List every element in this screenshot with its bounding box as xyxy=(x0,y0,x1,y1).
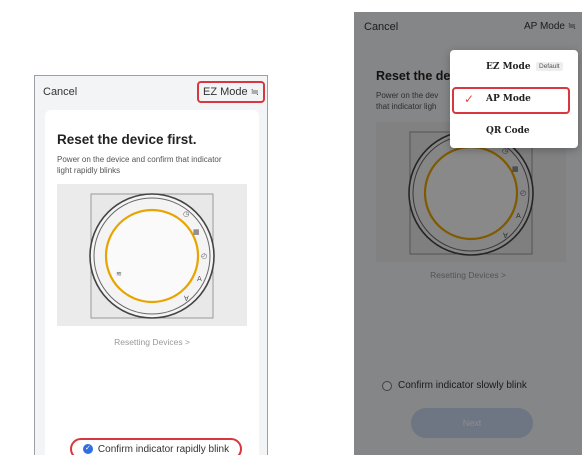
header-bar: Cancel EZ Mode ≒ xyxy=(35,76,267,108)
clock-icon: ◷ xyxy=(183,210,190,218)
confirm-rapid-blink-checkbox[interactable]: ✓ Confirm indicator rapidly blink xyxy=(70,438,242,455)
menu-item-label: AP Mode xyxy=(486,94,531,104)
menu-item-label: EZ Mode xyxy=(486,62,531,72)
confirm-label: Confirm indicator rapidly blink xyxy=(97,443,230,455)
cancel-button[interactable]: Cancel xyxy=(43,86,77,98)
menu-item-label: QR Code xyxy=(486,126,530,136)
power-icon: ◴ xyxy=(201,252,207,260)
default-badge: Default xyxy=(536,62,563,71)
resetting-devices-link[interactable]: Resetting Devices > xyxy=(45,337,259,347)
instruction-text: Power on the device and confirm that ind… xyxy=(57,155,222,175)
mode-switch-button[interactable]: EZ Mode ≒ xyxy=(197,81,265,103)
thermostat-image: ◷ ▦ ◴ A ∀ ≋ xyxy=(57,184,247,326)
wifi-icon: ≋ xyxy=(116,270,122,278)
menu-item-ap-mode[interactable]: ✓ AP Mode xyxy=(450,84,578,116)
up-icon: A xyxy=(197,275,202,283)
page-title: Reset the device first. xyxy=(57,132,197,147)
menu-item-qr-code[interactable]: QR Code xyxy=(450,116,578,148)
content-card: Reset the device first. Power on the dev… xyxy=(45,110,259,455)
mode-icon: ▦ xyxy=(193,228,200,236)
mode-label: EZ Mode xyxy=(202,86,248,98)
left-phone-screen: Cancel EZ Mode ≒ Reset the device first.… xyxy=(34,75,268,455)
checkmark-icon: ✓ xyxy=(464,92,475,106)
checked-icon: ✓ xyxy=(82,444,93,454)
down-icon: ∀ xyxy=(184,295,189,303)
menu-item-ez-mode[interactable]: EZ Mode Default xyxy=(450,52,578,84)
thermostat-illustration: ◷ ▦ ◴ A ∀ ≋ xyxy=(89,193,215,319)
wifi-wave-icon: ≒ xyxy=(250,86,260,98)
mode-dropdown-menu: EZ Mode Default ✓ AP Mode QR Code xyxy=(450,50,578,148)
